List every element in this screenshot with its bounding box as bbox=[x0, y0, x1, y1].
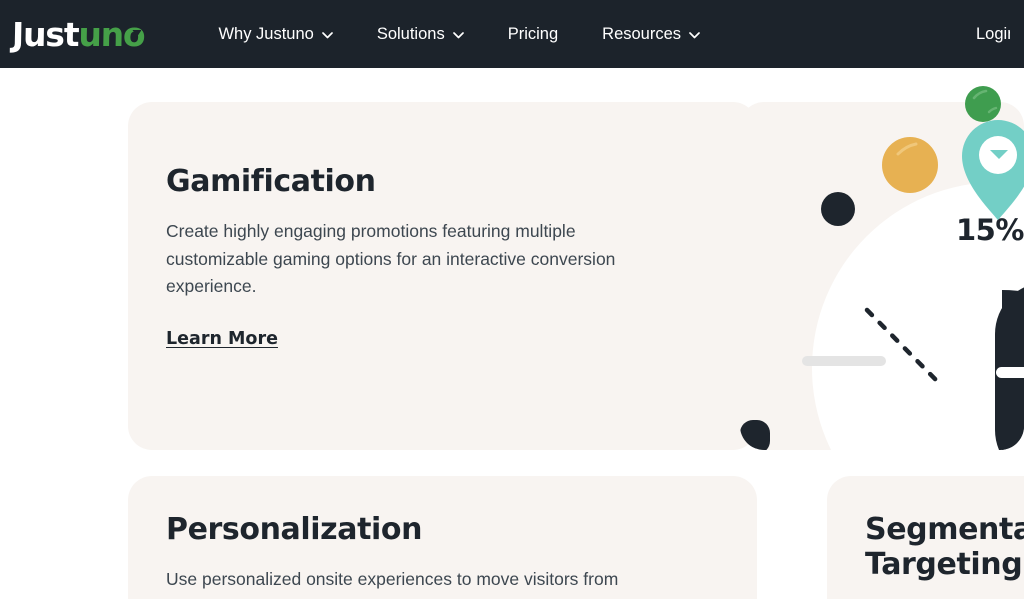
nav-label-login: Login bbox=[976, 24, 1010, 43]
logo-uno-label: uno bbox=[78, 14, 145, 54]
card-personalization-body: Personalization Use personalized onsite … bbox=[128, 476, 757, 594]
chevron-down-icon bbox=[689, 31, 700, 39]
card-personalization-text: Use personalized onsite experiences to m… bbox=[166, 569, 619, 590]
discount-label-15-percent: 15% bbox=[956, 213, 1024, 247]
nav-item-resources[interactable]: Resources bbox=[580, 25, 722, 44]
nav-item-login[interactable]: Login bbox=[976, 25, 1010, 44]
nav-item-why-justuno[interactable]: Why Justuno bbox=[196, 25, 354, 44]
justuno-logo[interactable]: Just uno bbox=[11, 14, 145, 54]
top-navigation-bar: Just uno Why Justuno Solutions Pricing R… bbox=[0, 0, 1024, 68]
nav-label-pricing: Pricing bbox=[507, 24, 559, 43]
card-gamification-body: Gamification Create highly engaging prom… bbox=[128, 102, 757, 349]
green-dot-highlight bbox=[972, 89, 988, 100]
learn-more-link[interactable]: Learn More bbox=[166, 329, 278, 349]
card-gamification[interactable]: Gamification Create highly engaging prom… bbox=[128, 102, 757, 450]
card-personalization-title: Personalization bbox=[166, 512, 423, 547]
logo-text-just: Just bbox=[11, 14, 79, 54]
chevron-down-icon bbox=[321, 31, 333, 39]
page-root: Just uno Why Justuno Solutions Pricing R… bbox=[0, 0, 1024, 599]
nav-label-why-justuno: Why Justuno bbox=[218, 24, 314, 43]
nav-item-pricing[interactable]: Pricing bbox=[486, 25, 580, 44]
amber-highlight bbox=[896, 142, 918, 156]
teal-location-pin-icon bbox=[962, 120, 1024, 220]
card-gamification-title: Gamification bbox=[166, 164, 376, 199]
card-gamification-text: Create highly engaging promotions featur… bbox=[166, 221, 616, 297]
green-dot bbox=[965, 86, 1001, 122]
nav-label-solutions: Solutions bbox=[376, 24, 445, 43]
green-dot-highlight-2 bbox=[987, 106, 998, 114]
chevron-down-icon bbox=[452, 31, 464, 39]
gamification-illustration: 15% bbox=[740, 68, 1024, 468]
nav-item-solutions[interactable]: Solutions bbox=[355, 25, 486, 44]
nav-links: Why Justuno Solutions Pricing Resources bbox=[196, 25, 722, 44]
logo-text-uno: uno bbox=[78, 14, 145, 54]
spin-wheel-graphic: 15% bbox=[740, 86, 1024, 450]
dashed-spoke-line bbox=[864, 307, 939, 383]
card-personalization[interactable]: Personalization Use personalized onsite … bbox=[128, 476, 757, 599]
card-segmentation-title: Segmentation & Targeting bbox=[865, 512, 1024, 583]
card-segmentation-body: Segmentation & Targeting bbox=[827, 476, 1024, 583]
card-segmentation[interactable]: Segmentation & Targeting bbox=[827, 476, 1024, 599]
wheel-dark-dot bbox=[821, 192, 855, 226]
amber-circle bbox=[882, 137, 938, 193]
nav-label-resources: Resources bbox=[602, 24, 682, 43]
